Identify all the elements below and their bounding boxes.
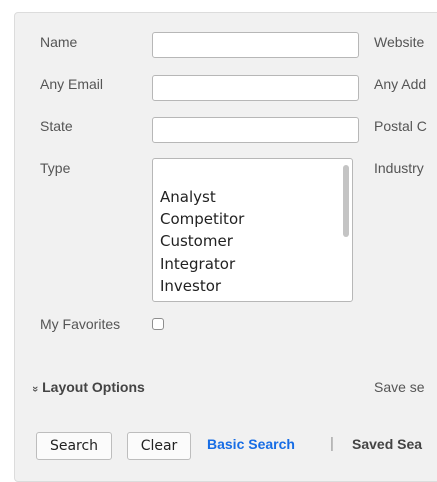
layout-options-toggle[interactable]: »Layout Options xyxy=(29,379,145,395)
chevron-double-down-icon: » xyxy=(29,385,42,393)
type-option-integrator[interactable]: Integrator xyxy=(160,255,235,273)
link-separator: | xyxy=(330,435,334,452)
any-email-input[interactable] xyxy=(152,75,359,101)
any-address-label: Any Add xyxy=(374,76,427,92)
type-label: Type xyxy=(40,160,71,176)
my-favorites-label: My Favorites xyxy=(40,316,121,332)
type-option-analyst[interactable]: Analyst xyxy=(160,188,216,206)
clear-button[interactable]: Clear xyxy=(127,432,191,460)
layout-options-label: Layout Options xyxy=(42,379,145,395)
state-label: State xyxy=(40,118,73,134)
save-search-label: Save se xyxy=(374,379,425,395)
type-multiselect[interactable]: Analyst Competitor Customer Integrator I… xyxy=(152,158,353,302)
industry-label: Industry xyxy=(374,160,424,176)
search-button[interactable]: Search xyxy=(36,432,112,460)
name-input[interactable] xyxy=(152,32,359,58)
postal-code-label: Postal C xyxy=(374,118,427,134)
saved-search-link[interactable]: Saved Sea xyxy=(352,436,422,452)
any-email-label: Any Email xyxy=(40,76,104,92)
type-option-customer[interactable]: Customer xyxy=(160,232,233,250)
my-favorites-checkbox[interactable] xyxy=(152,318,164,330)
type-scrollbar-thumb[interactable] xyxy=(343,165,349,237)
type-option-investor[interactable]: Investor xyxy=(160,277,221,295)
type-option-competitor[interactable]: Competitor xyxy=(160,210,244,228)
website-label: Website xyxy=(374,34,425,50)
basic-search-link[interactable]: Basic Search xyxy=(207,436,295,452)
name-label: Name xyxy=(40,34,78,50)
state-input[interactable] xyxy=(152,117,359,143)
